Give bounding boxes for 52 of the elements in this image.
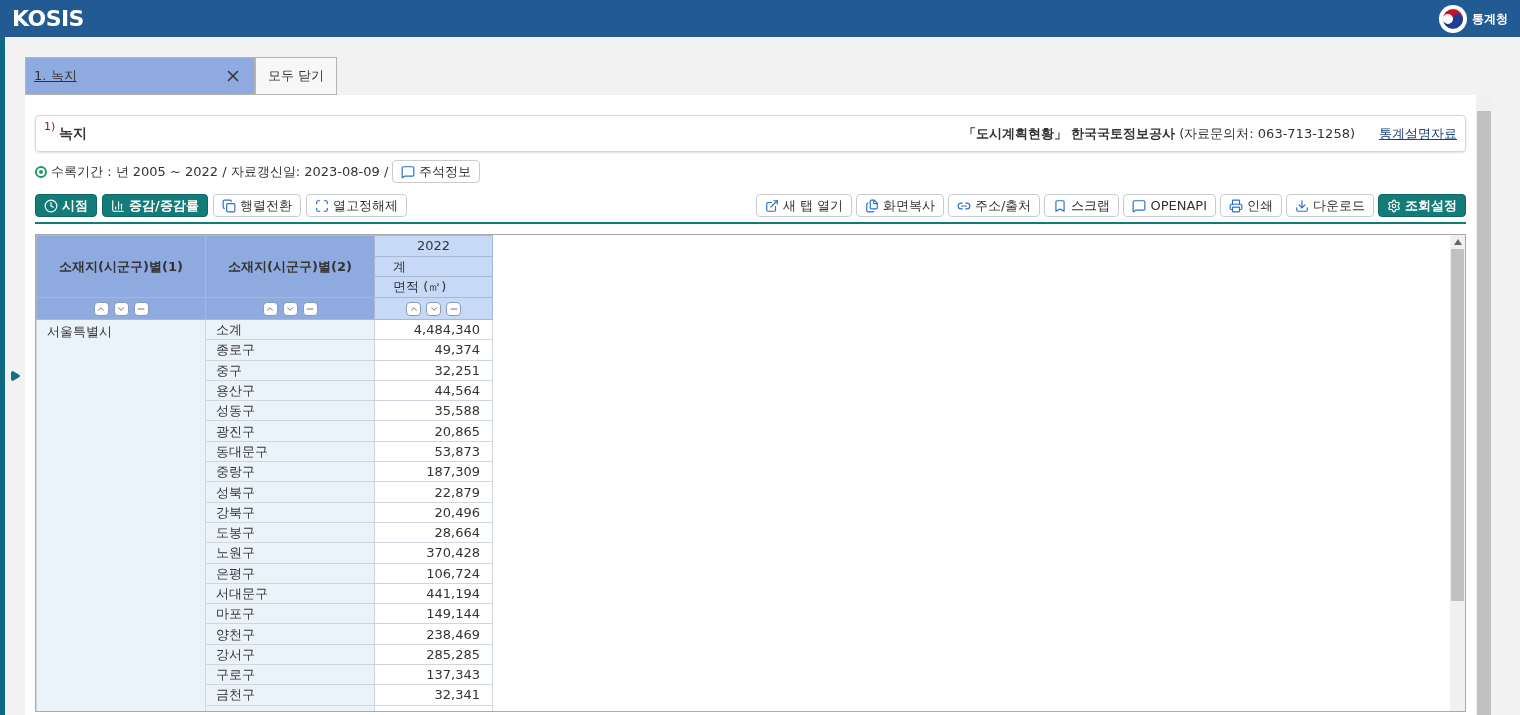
column-header: 소재지(시군구)별(1) (36, 235, 206, 298)
sort-button[interactable] (446, 301, 461, 316)
toolbar-button[interactable]: 주소/출처 (948, 194, 1041, 217)
toolbar-button[interactable]: 시점 (35, 194, 97, 217)
column-header: 소재지(시군구)별(2) (205, 235, 375, 298)
documents-icon (865, 198, 880, 213)
period-info: 수록기간 : 년 2005 ~ 2022 / 자료갱신일: 2023-08-09 / (51, 162, 389, 181)
toolbar-button[interactable]: 스크랩 (1044, 194, 1120, 217)
speech-bubble-icon (401, 164, 416, 179)
sort-button[interactable] (133, 301, 149, 316)
sort-button[interactable] (302, 301, 318, 316)
logo[interactable]: KOSIS (12, 2, 84, 35)
toolbar-button[interactable]: 행렬전환 (212, 194, 301, 217)
toolbar-button[interactable]: 다운로드 (1286, 194, 1374, 217)
toolbar-button[interactable]: 증감/증감률 (102, 194, 208, 217)
settings-icon (1387, 198, 1401, 213)
new-window-icon (764, 198, 779, 213)
toolbar-button[interactable]: 열고정해제 (305, 194, 407, 217)
toolbar-button[interactable]: 화면복사 (856, 194, 945, 217)
notes-button[interactable]: 주석정보 (392, 160, 481, 183)
frame-icon (314, 198, 329, 213)
toolbar-button[interactable]: OPENAPI (1123, 194, 1216, 217)
sort-button[interactable] (262, 301, 278, 316)
source-text: 「도시계획현황」 한국국토정보공사 (자료문의처: 063-713-1258) (962, 124, 1355, 143)
description-link[interactable]: 통계설명자료 (1379, 123, 1457, 144)
scroll-up-icon[interactable] (1453, 239, 1462, 245)
clock-icon (44, 198, 58, 213)
copy-icon (221, 198, 236, 213)
sort-button[interactable] (406, 301, 421, 316)
toolbar-button[interactable]: 조회설정 (1378, 194, 1466, 217)
scrollbar[interactable] (1450, 235, 1465, 711)
expand-panel-icon[interactable] (9, 370, 21, 382)
sort-button[interactable] (426, 301, 441, 316)
emblem-icon (1438, 3, 1468, 34)
toolbar-button[interactable]: 새 탭 열기 (755, 194, 853, 217)
toolbar-button[interactable]: 인쇄 (1220, 194, 1282, 217)
bookmark-icon (1053, 198, 1068, 213)
agency-name: 통계청 (1472, 10, 1508, 28)
sort-button[interactable] (282, 301, 298, 316)
tab[interactable]: 모두 닫기 (255, 57, 338, 95)
download-icon (1295, 198, 1309, 213)
column-header: 2022 (374, 235, 493, 256)
table-title: 녹지 (59, 124, 88, 143)
table-cell: 서울특별시 (36, 319, 206, 711)
sort-button[interactable] (113, 301, 129, 316)
tab[interactable]: 1. 녹지 (25, 57, 255, 95)
bar-chart-icon (111, 198, 125, 213)
printer-icon (1229, 198, 1243, 213)
status-dot-icon (35, 165, 47, 178)
speech-bubble-icon (1132, 198, 1147, 213)
footnote-mark: 1) (44, 119, 56, 135)
sort-button[interactable] (93, 301, 109, 316)
